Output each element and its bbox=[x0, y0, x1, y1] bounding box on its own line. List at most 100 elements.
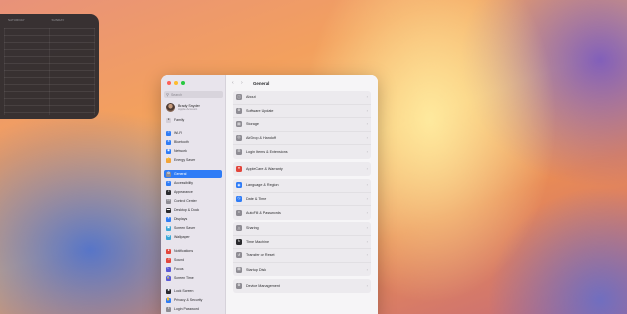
sidebar-item-label: Bluetooth bbox=[174, 140, 189, 144]
back-arrow-icon[interactable]: ‹ bbox=[232, 80, 241, 86]
sidebar-item-label: Lock Screen bbox=[174, 289, 194, 293]
settings-row-transfer-reset[interactable]: ↺ Transfer or Reset › bbox=[233, 249, 371, 263]
sidebar-item-label: Family bbox=[174, 118, 185, 122]
sidebar-item-bluetooth[interactable]: ∗ Bluetooth bbox=[164, 138, 222, 146]
chevron-right-icon: › bbox=[366, 195, 368, 201]
chevron-right-icon: › bbox=[366, 149, 368, 155]
sidebar-item-screen-saver[interactable]: ▣ Screen Saver bbox=[164, 224, 222, 232]
row-label: Storage bbox=[246, 122, 259, 127]
sidebar-item-lock-screen[interactable]: ■ Lock Screen bbox=[164, 287, 222, 295]
lock-icon: ■ bbox=[166, 288, 171, 294]
main-pane: ‹ › General ⓘ About › ⚙ Software Update … bbox=[226, 75, 378, 314]
sidebar-item-wifi[interactable]: ≈ Wi-Fi bbox=[164, 129, 222, 137]
family-icon: ● bbox=[166, 117, 171, 123]
settings-row-autofill-passwords[interactable]: ⚬ AutoFill & Passwords › bbox=[233, 206, 371, 220]
apple-account-profile[interactable]: Brady Snyder Apple Account bbox=[166, 103, 200, 112]
sidebar: ⚲ Brady Snyder Apple Account ● Family ≈ … bbox=[161, 75, 226, 314]
sidebar-item-label: Focus bbox=[174, 267, 184, 271]
sidebar-item-control-center[interactable]: ☷ Control Center bbox=[164, 197, 222, 205]
sidebar-item-login-password[interactable]: ⚬ Login Password bbox=[164, 305, 222, 313]
speaker-icon: ♫ bbox=[166, 257, 171, 263]
row-label: Language & Region bbox=[246, 183, 279, 188]
time-machine-icon: ↻ bbox=[236, 238, 242, 245]
settings-row-login-items[interactable]: ☰ Login Items & Extensions › bbox=[233, 145, 371, 159]
zoom-button[interactable] bbox=[181, 81, 185, 85]
chevron-right-icon: › bbox=[366, 94, 368, 100]
row-label: Startup Disk bbox=[246, 267, 267, 272]
appearance-icon: ◑ bbox=[166, 189, 171, 195]
settings-group: △ Sharing › ↻ Time Machine › ↺ Transfer … bbox=[233, 222, 371, 277]
sidebar-item-desktop-dock[interactable]: ▬ Desktop & Dock bbox=[164, 206, 222, 214]
settings-group: ◉ Language & Region › ◷ Date & Time › ⚬ … bbox=[233, 179, 371, 220]
minimize-button[interactable] bbox=[174, 81, 178, 85]
settings-row-device-management[interactable]: ⚙ Device Management › bbox=[233, 279, 371, 293]
sidebar-item-sound[interactable]: ♫ Sound bbox=[164, 256, 222, 264]
calendar-widget[interactable]: SATURDAY SUNDAY bbox=[0, 14, 99, 119]
sidebar-item-family[interactable]: ● Family bbox=[164, 116, 222, 124]
chevron-right-icon: › bbox=[366, 252, 368, 258]
sidebar-item-label: Wi-Fi bbox=[174, 131, 183, 135]
control-center-icon: ☷ bbox=[166, 198, 171, 204]
chevron-right-icon: › bbox=[366, 121, 368, 127]
settings-row-startup-disk[interactable]: ▤ Startup Disk › bbox=[233, 263, 371, 277]
row-label: AirDrop & Handoff bbox=[246, 136, 276, 141]
sidebar-item-label: Privacy & Security bbox=[174, 298, 203, 302]
sidebar-item-label: Displays bbox=[174, 217, 188, 221]
row-label: AutoFill & Passwords bbox=[246, 210, 281, 215]
window-controls bbox=[167, 81, 185, 85]
key-icon: ⚬ bbox=[166, 306, 171, 312]
forward-arrow-icon[interactable]: › bbox=[241, 80, 250, 86]
settings-row-storage[interactable]: ▤ Storage › bbox=[233, 118, 371, 132]
chevron-right-icon: › bbox=[366, 182, 368, 188]
settings-row-applecare[interactable]: ● AppleCare & Warranty › bbox=[233, 162, 371, 176]
row-label: Transfer or Reset bbox=[246, 253, 275, 258]
settings-group: ● AppleCare & Warranty › bbox=[233, 162, 371, 176]
sidebar-item-wallpaper[interactable]: ✿ Wallpaper bbox=[164, 233, 222, 241]
clock-icon: ◷ bbox=[236, 195, 242, 202]
hand-icon: ✋ bbox=[166, 297, 171, 303]
airdrop-icon: ◎ bbox=[236, 135, 242, 142]
sidebar-item-appearance[interactable]: ◑ Appearance bbox=[164, 188, 222, 196]
settings-row-airdrop-handoff[interactable]: ◎ AirDrop & Handoff › bbox=[233, 132, 371, 146]
close-button[interactable] bbox=[167, 81, 171, 85]
sidebar-item-focus[interactable]: ☾ Focus bbox=[164, 265, 222, 273]
row-label: Software Update bbox=[246, 108, 274, 113]
list-icon: ☰ bbox=[236, 149, 242, 156]
settings-row-about[interactable]: ⓘ About › bbox=[233, 91, 371, 105]
display-icon: ☀ bbox=[166, 216, 171, 222]
storage-icon: ▤ bbox=[236, 121, 242, 128]
chevron-right-icon: › bbox=[366, 107, 368, 113]
settings-row-software-update[interactable]: ⚙ Software Update › bbox=[233, 105, 371, 119]
sidebar-item-energy-saver[interactable]: ⚡ Energy Saver bbox=[164, 156, 222, 164]
search-input[interactable] bbox=[170, 92, 221, 97]
row-label: AppleCare & Warranty bbox=[246, 166, 283, 171]
sidebar-item-accessibility[interactable]: ☺ Accessibility bbox=[164, 179, 222, 187]
gear-badge-icon: ⚙ bbox=[236, 107, 242, 114]
sidebar-item-screen-time[interactable]: ⌛ Screen Time bbox=[164, 274, 222, 282]
info-icon: ⓘ bbox=[236, 94, 242, 101]
energy-icon: ⚡ bbox=[166, 157, 171, 163]
sidebar-item-displays[interactable]: ☀ Displays bbox=[164, 215, 222, 223]
row-label: Device Management bbox=[246, 283, 280, 288]
sidebar-item-label: Network bbox=[174, 149, 187, 153]
settings-group: ⚙ Device Management › bbox=[233, 279, 371, 293]
search-field[interactable]: ⚲ bbox=[164, 91, 223, 98]
sidebar-item-label: Desktop & Dock bbox=[174, 208, 200, 212]
sidebar-item-network[interactable]: ◉ Network bbox=[164, 147, 222, 155]
sidebar-item-label: Screen Saver bbox=[174, 226, 196, 230]
settings-row-date-time[interactable]: ◷ Date & Time › bbox=[233, 193, 371, 207]
apple-icon: ● bbox=[236, 165, 242, 172]
calendar-day-label: SUNDAY bbox=[51, 18, 65, 22]
sidebar-item-label: Control Center bbox=[174, 199, 197, 203]
profile-subtitle: Apple Account bbox=[178, 106, 198, 111]
sidebar-item-general[interactable]: ⚙ General bbox=[164, 170, 222, 178]
sidebar-item-privacy-security[interactable]: ✋ Privacy & Security bbox=[164, 296, 222, 304]
sidebar-item-notifications[interactable]: ● Notifications bbox=[164, 247, 222, 255]
hourglass-icon: ⌛ bbox=[166, 275, 171, 281]
chevron-right-icon: › bbox=[366, 225, 368, 231]
row-label: Login Items & Extensions bbox=[246, 150, 288, 155]
settings-row-time-machine[interactable]: ↻ Time Machine › bbox=[233, 236, 371, 250]
settings-row-sharing[interactable]: △ Sharing › bbox=[233, 222, 371, 236]
settings-row-language-region[interactable]: ◉ Language & Region › bbox=[233, 179, 371, 193]
system-settings-window: ⚲ Brady Snyder Apple Account ● Family ≈ … bbox=[161, 75, 378, 314]
